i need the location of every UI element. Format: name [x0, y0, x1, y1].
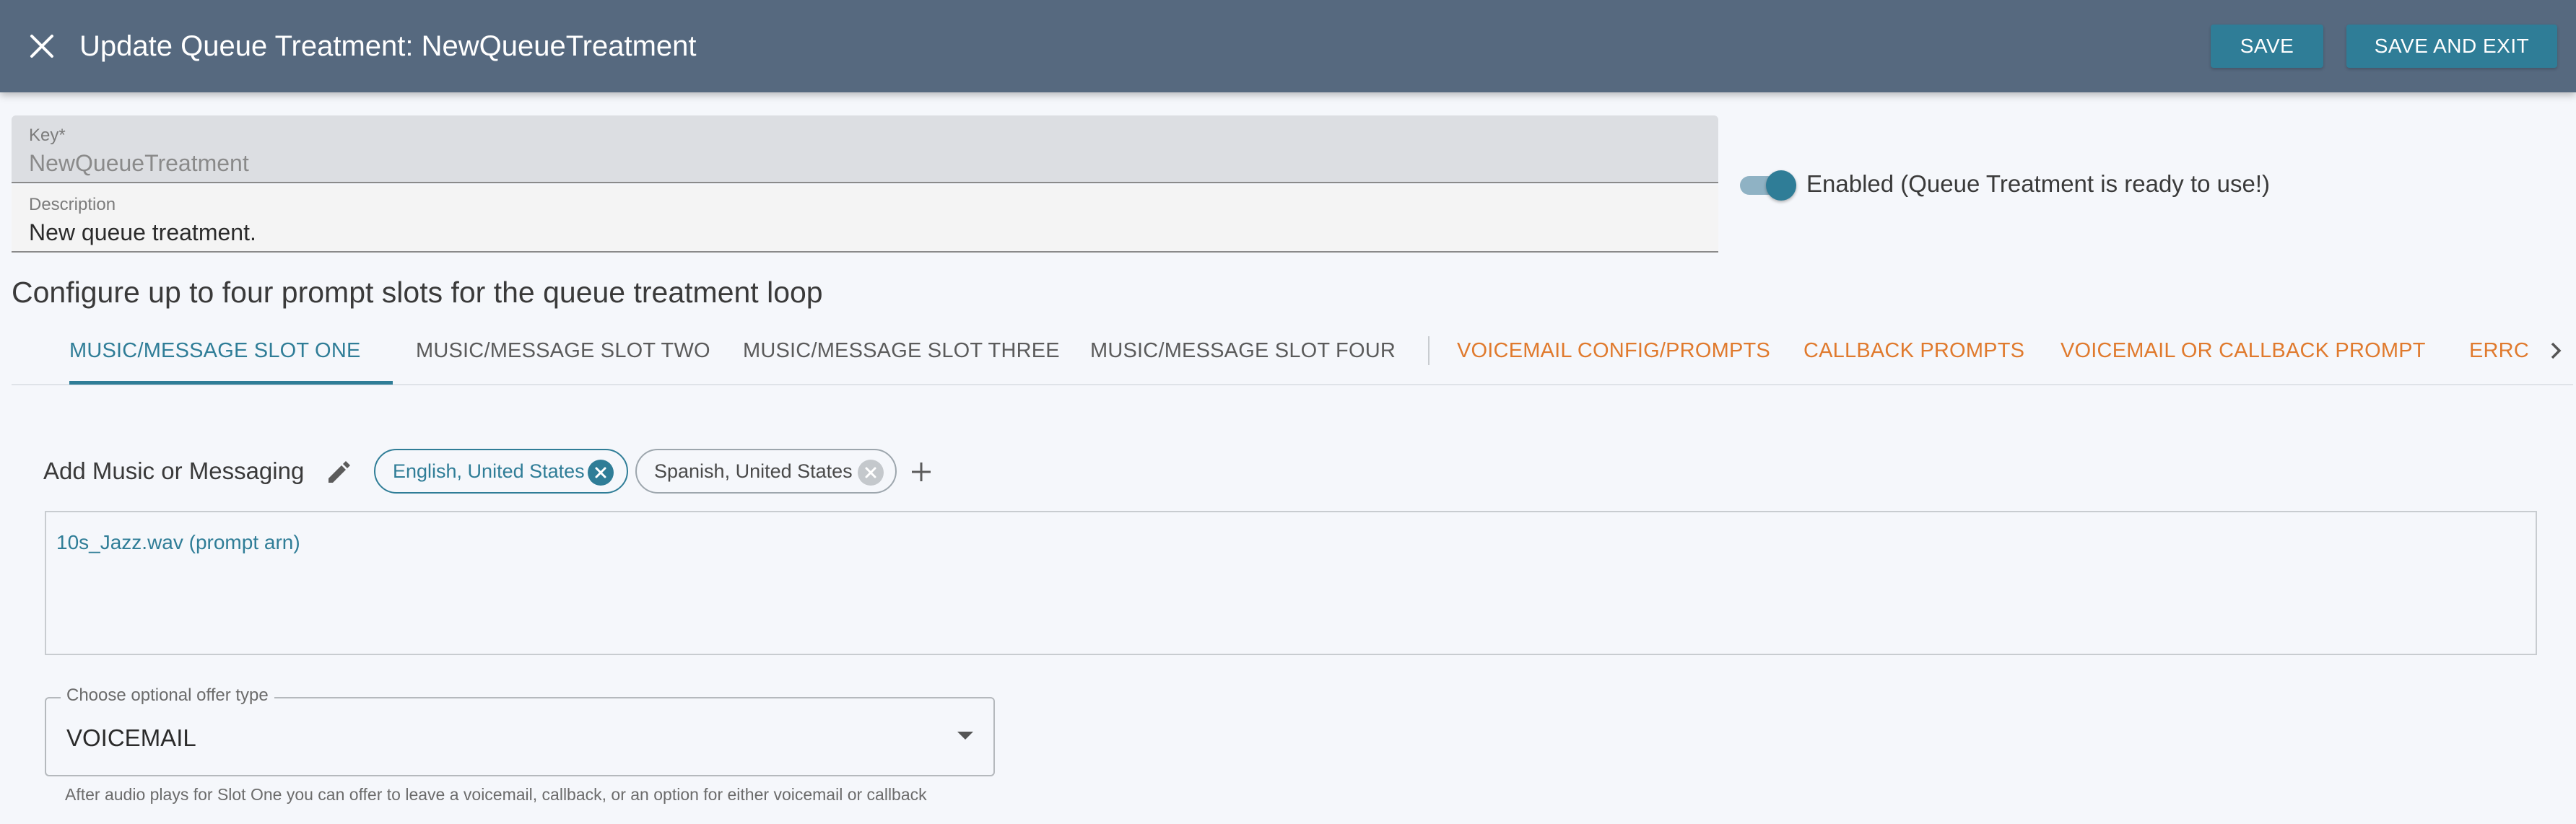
- toggle-thumb: [1766, 170, 1796, 201]
- slot-tabs: MUSIC/MESSAGE SLOT ONE MUSIC/MESSAGE SLO…: [12, 317, 2573, 385]
- key-value: NewQueueTreatment: [29, 150, 249, 176]
- chevron-right-icon: [2551, 342, 2562, 359]
- enabled-toggle[interactable]: [1740, 170, 1796, 201]
- tab-divider: [1428, 336, 1430, 365]
- enabled-label: Enabled (Queue Treatment is ready to use…: [1806, 170, 2271, 197]
- key-field[interactable]: Key* NewQueueTreatment: [12, 115, 1718, 183]
- tab-callback-prompts[interactable]: CALLBACK PROMPTS: [1803, 317, 2024, 384]
- section-heading: Configure up to four prompt slots for th…: [12, 276, 823, 309]
- tab-slot-three[interactable]: MUSIC/MESSAGE SLOT THREE: [743, 317, 1060, 384]
- active-tab-indicator: [69, 381, 393, 385]
- close-icon: [865, 467, 876, 478]
- tab-voicemail-config[interactable]: VOICEMAIL CONFIG/PROMPTS: [1457, 317, 1770, 384]
- edit-music-button[interactable]: [321, 455, 357, 491]
- pencil-icon: [328, 461, 350, 483]
- chip-remove-button[interactable]: [858, 460, 884, 486]
- description-label: Description: [29, 195, 116, 214]
- tab-slot-two[interactable]: MUSIC/MESSAGE SLOT TWO: [416, 317, 710, 384]
- chip-remove-button[interactable]: [588, 460, 614, 486]
- key-label: Key*: [29, 126, 66, 145]
- offer-type-select[interactable]: Choose optional offer type VOICEMAIL: [45, 685, 995, 776]
- offer-type-value: VOICEMAIL: [66, 724, 196, 751]
- close-icon: [30, 35, 53, 58]
- tabs-overflow: ERRC: [2456, 317, 2528, 384]
- add-language-button[interactable]: [905, 455, 937, 489]
- language-chip-spanish[interactable]: Spanish, United States: [635, 449, 897, 494]
- tabs-scroll-right-button[interactable]: [2538, 332, 2573, 369]
- save-and-exit-button[interactable]: SAVE AND EXIT: [2346, 25, 2557, 68]
- tab-error-truncated[interactable]: ERRC: [2469, 317, 2528, 384]
- close-icon: [595, 467, 606, 478]
- prompt-link[interactable]: 10s_Jazz.wav (prompt arn): [56, 531, 300, 554]
- tab-slot-one[interactable]: MUSIC/MESSAGE SLOT ONE: [69, 317, 361, 384]
- offer-helper-text: After audio plays for Slot One you can o…: [65, 785, 927, 804]
- description-field[interactable]: Description New queue treatment.: [12, 185, 1718, 253]
- app-header: Update Queue Treatment: NewQueueTreatmen…: [0, 0, 2576, 92]
- chip-label: English, United States: [393, 460, 585, 482]
- prompt-list-box: 10s_Jazz.wav (prompt arn): [45, 511, 2537, 655]
- tab-voicemail-or-callback[interactable]: VOICEMAIL OR CALLBACK PROMPT: [2061, 317, 2426, 384]
- close-button[interactable]: [20, 25, 64, 68]
- language-chip-english[interactable]: English, United States: [374, 449, 628, 494]
- save-button[interactable]: SAVE: [2211, 25, 2323, 68]
- plus-icon: [912, 463, 931, 481]
- add-music-label: Add Music or Messaging: [43, 457, 305, 484]
- tab-slot-four[interactable]: MUSIC/MESSAGE SLOT FOUR: [1090, 317, 1396, 384]
- page-title: Update Queue Treatment: NewQueueTreatmen…: [79, 30, 697, 62]
- offer-type-legend: Choose optional offer type: [61, 685, 274, 706]
- dropdown-arrow-icon: [957, 732, 973, 740]
- description-value: New queue treatment.: [29, 219, 256, 245]
- chip-label: Spanish, United States: [654, 460, 853, 482]
